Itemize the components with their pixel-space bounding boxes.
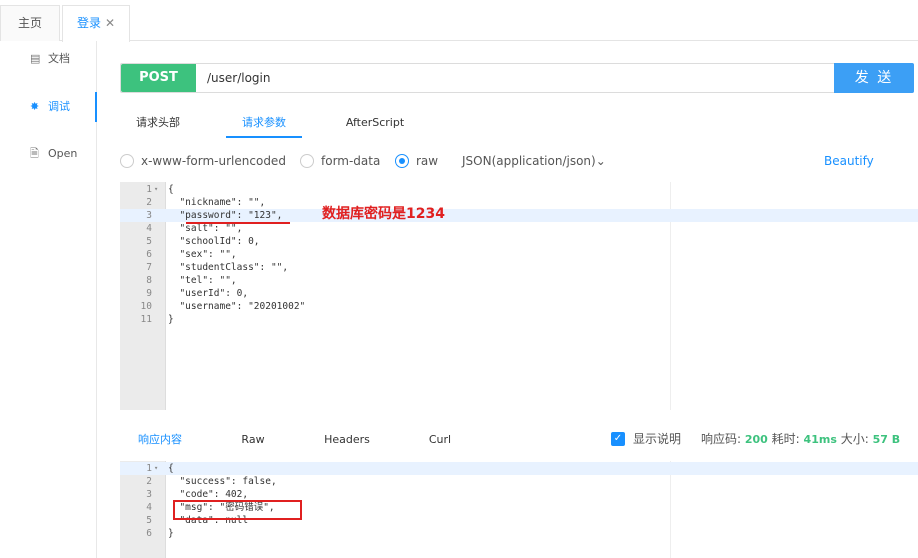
radio-label: raw xyxy=(416,154,439,168)
line-number: 8 xyxy=(146,275,152,286)
line-number: 11 xyxy=(140,314,152,325)
chevron-down-icon: ⌄ xyxy=(595,154,606,168)
code-line: 8 "tel": "", xyxy=(120,274,918,287)
line-number: 6 xyxy=(146,249,152,260)
line-number: 7 xyxy=(146,262,152,273)
code-line: 5 "schoolId": 0, xyxy=(120,235,918,248)
url-input[interactable]: /user/login xyxy=(207,64,271,92)
annotation-text: 数据库密码是1234 xyxy=(322,206,445,222)
size-label: 大小: xyxy=(840,432,869,446)
bug-icon: ✸ xyxy=(30,100,40,113)
code-text: "sex": "", xyxy=(168,249,237,260)
line-number: 9 xyxy=(146,288,152,299)
close-icon[interactable]: ✕ xyxy=(105,16,115,30)
code-line: 2 "nickname": "", xyxy=(120,196,918,209)
document-icon: ▤ xyxy=(30,52,41,65)
code-text: "nickname": "", xyxy=(168,197,266,208)
tab-home[interactable]: 主页 xyxy=(0,5,60,41)
line-number: 4 xyxy=(146,502,152,513)
line-number: 3 xyxy=(146,210,152,221)
code-line: 1 ▾ { xyxy=(120,183,918,196)
content-type-label: JSON(application/json) xyxy=(462,154,596,168)
code-line: 11} xyxy=(120,313,918,326)
line-number: 1 xyxy=(146,463,152,474)
radio-dot xyxy=(120,154,134,168)
tab-request-params[interactable]: 请求参数 xyxy=(226,108,302,138)
code-text: "schoolId": 0, xyxy=(168,236,260,247)
tab-request-headers[interactable]: 请求头部 xyxy=(122,108,194,138)
code-text: "username": "20201002" xyxy=(168,301,306,312)
size-value: 57 B xyxy=(872,433,901,446)
code-text: "userId": 0, xyxy=(168,288,249,299)
method-select[interactable]: POST xyxy=(121,64,196,92)
code-text: "success": false, xyxy=(168,476,277,487)
code-line: 6} xyxy=(120,527,918,540)
tab-headers[interactable]: Headers xyxy=(316,427,378,453)
show-description-label: 显示说明 xyxy=(633,432,682,446)
tab-login[interactable]: 登录 ✕ xyxy=(62,5,130,42)
tab-afterscript[interactable]: AfterScript xyxy=(336,108,414,138)
sidebar-item-label: Open xyxy=(48,147,78,160)
annotation-box xyxy=(173,500,302,520)
tab-raw[interactable]: Raw xyxy=(226,427,280,453)
fold-icon[interactable]: ▾ xyxy=(154,183,158,196)
code-text: } xyxy=(168,528,174,539)
sidebar-item-docs[interactable]: ▤ 文档 xyxy=(0,44,97,74)
status-label: 响应码: xyxy=(701,432,742,446)
line-number: 2 xyxy=(146,197,152,208)
line-number: 10 xyxy=(140,301,152,312)
line-number: 2 xyxy=(146,476,152,487)
request-body-editor[interactable]: 1 ▾{2 "nickname": "", 3 "password": "123",… xyxy=(120,182,918,410)
line-number: 5 xyxy=(146,236,152,247)
line-number: 1 xyxy=(146,184,152,195)
line-number: 3 xyxy=(146,489,152,500)
code-line: 7 "studentClass": "", xyxy=(120,261,918,274)
response-stats: 响应码: 200 耗时: 41ms 大小: 57 B xyxy=(701,431,900,448)
code-text: "password": "123", xyxy=(168,210,283,221)
tab-bar: 主页 登录 ✕ xyxy=(0,0,918,42)
code-line: 10 "username": "20201002" xyxy=(120,300,918,313)
code-text: { xyxy=(168,463,174,474)
radio-dot xyxy=(395,154,409,168)
line-number: 4 xyxy=(146,223,152,234)
code-line: 6 "sex": "", xyxy=(120,248,918,261)
send-button[interactable]: 发 送 xyxy=(834,63,914,93)
radio-label: form-data xyxy=(321,154,381,168)
file-icon: 🗎 xyxy=(30,147,39,160)
time-value: 41ms xyxy=(803,433,837,446)
annotation-underline xyxy=(186,222,290,224)
code-line: 9 "userId": 0, xyxy=(120,287,918,300)
sidebar-item-label: 文档 xyxy=(48,52,70,65)
tab-login-label: 登录 xyxy=(76,16,101,30)
check-icon: ✓ xyxy=(611,432,625,446)
line-number: 5 xyxy=(146,515,152,526)
code-text: "studentClass": "", xyxy=(168,262,289,273)
code-line: 3 "password": "123", xyxy=(120,209,918,222)
sidebar-item-debug[interactable]: ✸ 调试 xyxy=(0,92,97,122)
code-text: "tel": "", xyxy=(168,275,237,286)
radio-dot xyxy=(300,154,314,168)
tab-curl[interactable]: Curl xyxy=(418,427,462,453)
fold-icon[interactable]: ▾ xyxy=(154,462,158,475)
line-number: 6 xyxy=(146,528,152,539)
code-text: } xyxy=(168,314,174,325)
code-line: 1 ▾ { xyxy=(120,462,918,475)
radio-label: x-www-form-urlencoded xyxy=(141,154,286,168)
tab-response-content[interactable]: 响应内容 xyxy=(122,427,198,453)
code-text: { xyxy=(168,184,174,195)
content-type-select[interactable]: JSON(application/json)⌄ xyxy=(462,153,606,169)
sidebar-item-open[interactable]: 🗎 Open xyxy=(0,139,97,169)
sidebar-item-label: 调试 xyxy=(48,100,70,113)
status-value: 200 xyxy=(744,433,768,446)
beautify-button[interactable]: Beautify xyxy=(824,153,874,169)
sidebar: ▤ 文档 ✸ 调试 🗎 Open xyxy=(0,41,97,558)
time-label: 耗时: xyxy=(771,432,800,446)
url-bar: POST /user/login 发 送 xyxy=(120,63,914,93)
code-line: 2 "success": false, xyxy=(120,475,918,488)
